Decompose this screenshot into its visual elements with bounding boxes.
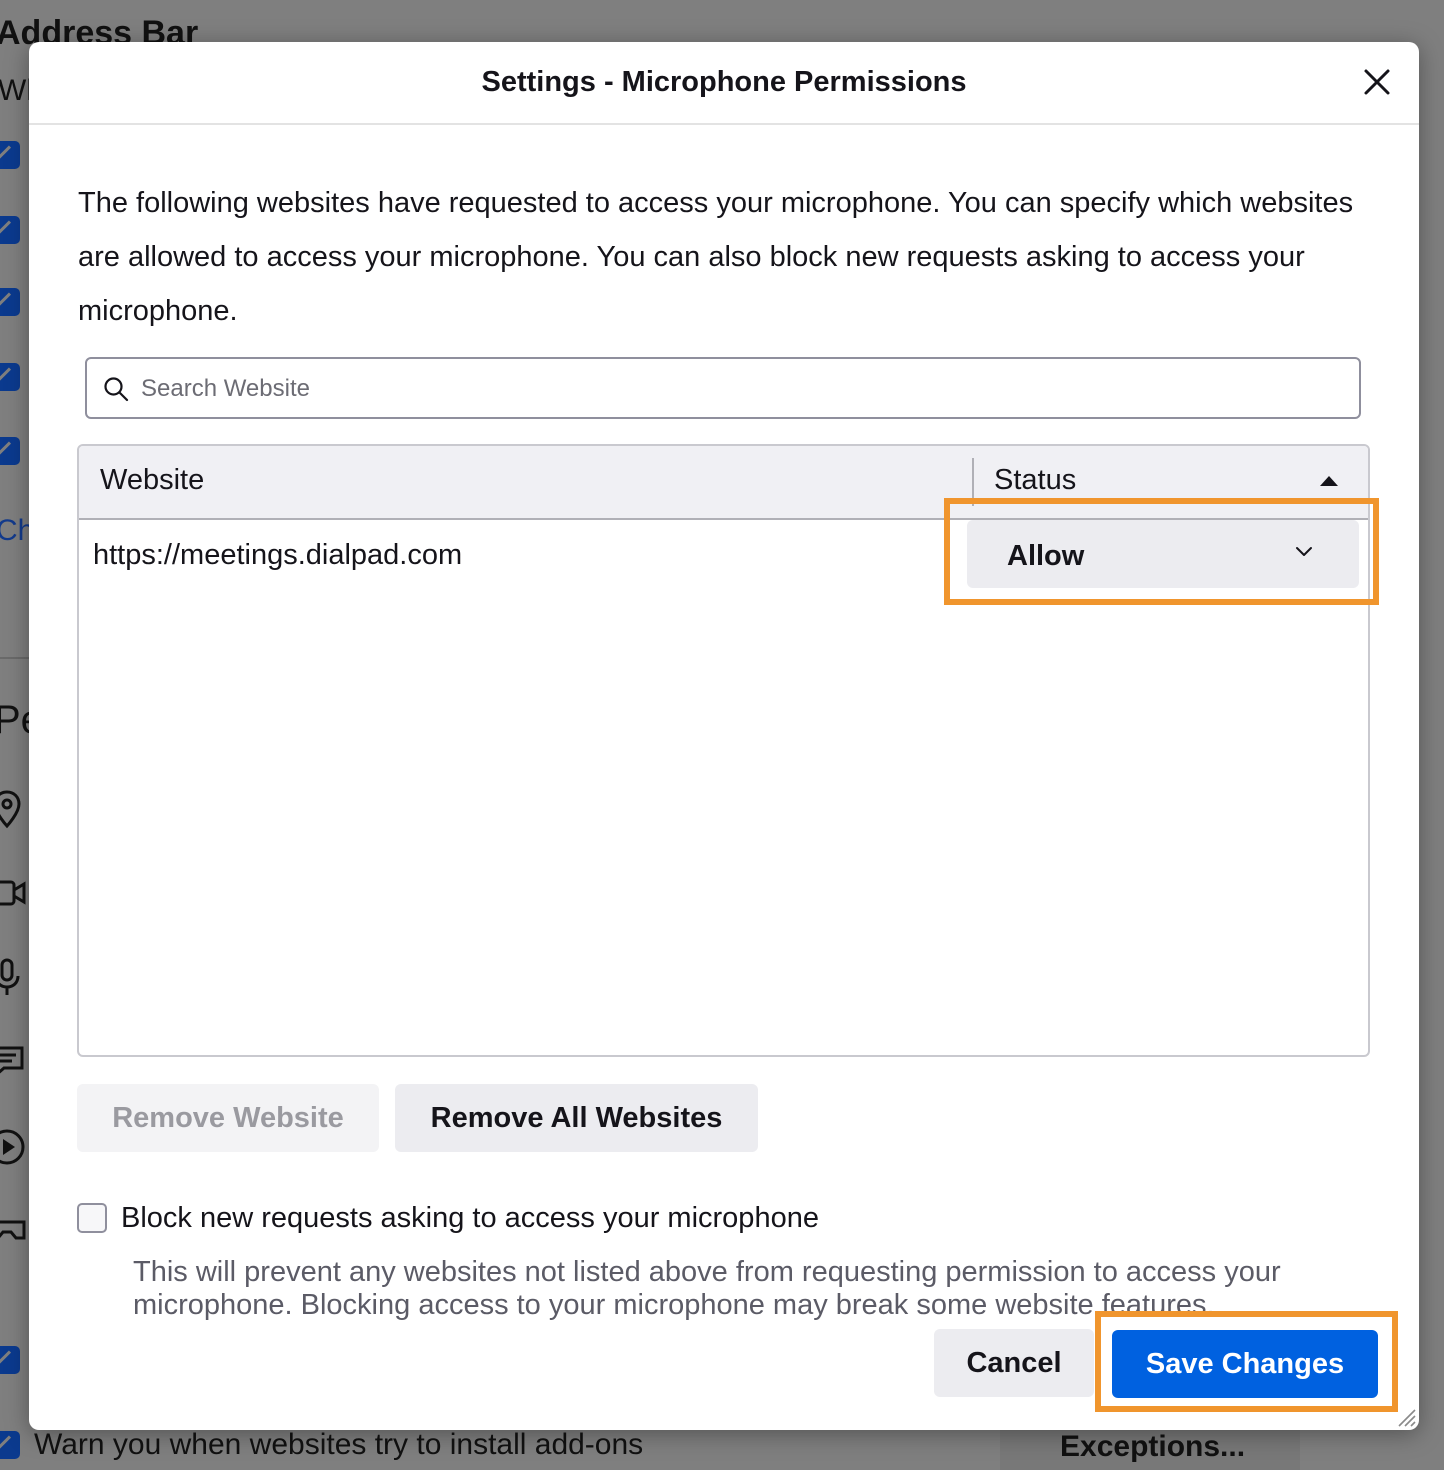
bg-checkbox	[0, 288, 20, 316]
search-website-input[interactable]	[139, 367, 1333, 411]
sort-ascending-icon	[1320, 476, 1338, 486]
save-changes-button[interactable]: Save Changes	[1112, 1330, 1378, 1398]
row-website: https://meetings.dialpad.com	[93, 539, 463, 571]
bg-exceptions-button: Exceptions...	[1000, 1430, 1300, 1470]
cancel-button[interactable]: Cancel	[934, 1329, 1094, 1397]
bg-checkbox	[0, 1346, 20, 1374]
table-header: Website Status	[79, 446, 1368, 520]
microphone-icon	[0, 958, 20, 995]
close-icon[interactable]	[1359, 64, 1395, 100]
bg-checkbox	[0, 437, 20, 465]
column-header-website[interactable]: Website	[100, 464, 204, 497]
bg-checkbox	[0, 141, 20, 169]
virtual-reality-icon	[0, 1220, 26, 1240]
search-icon	[104, 377, 129, 402]
status-dropdown-value: Allow	[1007, 540, 1085, 572]
remove-all-websites-button[interactable]: Remove All Websites	[395, 1084, 758, 1152]
block-new-requests-note: This will prevent any websites not liste…	[133, 1256, 1281, 1321]
microphone-permissions-dialog: Settings - Microphone Permissions The fo…	[29, 42, 1419, 1430]
dialog-titlebar: Settings - Microphone Permissions	[29, 42, 1419, 125]
bg-exceptions-label: Exceptions...	[1060, 1430, 1246, 1463]
dialog-title: Settings - Microphone Permissions	[481, 66, 967, 98]
resize-grip-icon[interactable]	[1393, 1404, 1417, 1428]
bg-checkbox-warn-addons	[0, 1431, 20, 1459]
block-new-requests-checkbox[interactable]	[77, 1203, 107, 1233]
bg-checkbox	[0, 216, 20, 244]
remove-website-button[interactable]: Remove Website	[77, 1084, 379, 1152]
status-dropdown[interactable]: Allow	[967, 520, 1359, 588]
notifications-icon	[0, 1046, 24, 1074]
search-website-field[interactable]	[85, 357, 1361, 419]
block-new-requests-label[interactable]: Block new requests asking to access your…	[121, 1202, 819, 1235]
bg-warn-addons-label: Warn you when websites try to install ad…	[34, 1428, 644, 1461]
chevron-down-icon	[1296, 547, 1312, 556]
column-header-status[interactable]: Status	[994, 464, 1076, 497]
location-icon	[0, 790, 21, 829]
websites-table: Website Status https://meetings.dialpad.…	[77, 444, 1370, 1057]
dialog-description: The following websites have requested to…	[78, 187, 1354, 327]
bg-checkbox	[0, 363, 20, 391]
autoplay-icon	[0, 1129, 25, 1165]
column-divider	[972, 458, 974, 506]
bg-divider	[0, 657, 30, 659]
camera-icon	[0, 880, 26, 906]
